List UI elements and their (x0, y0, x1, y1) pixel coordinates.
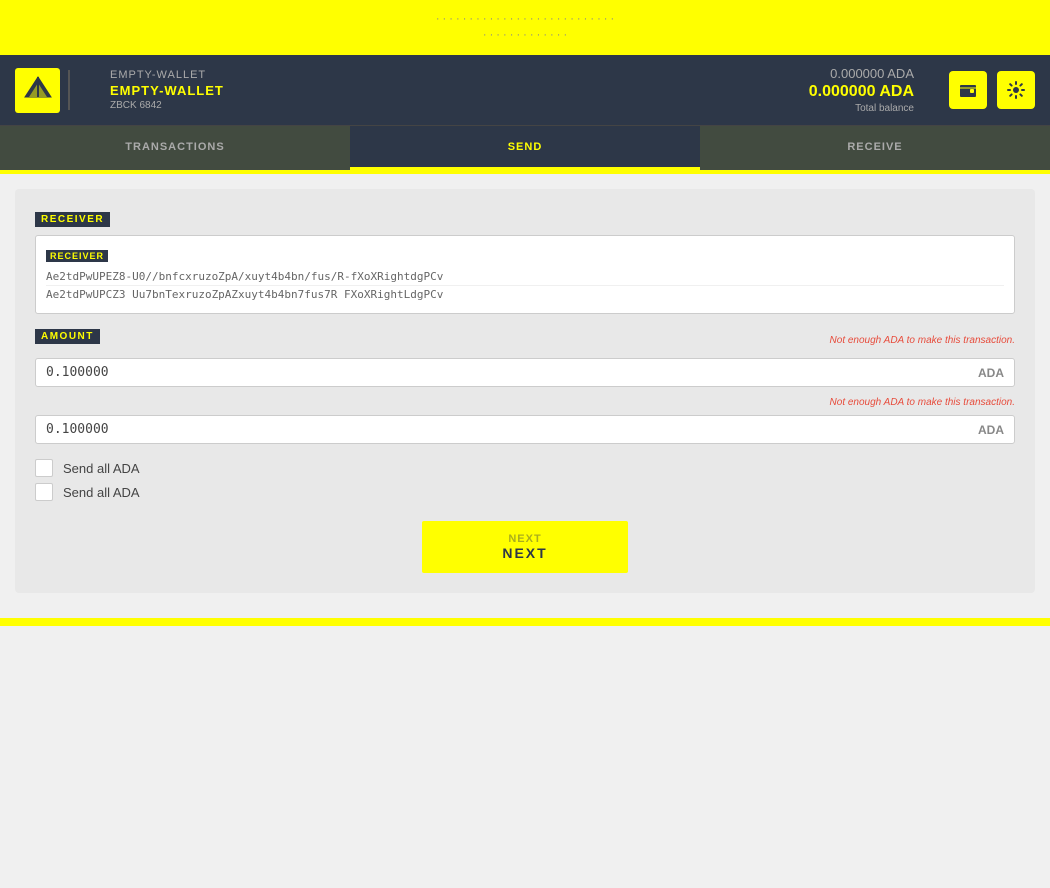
checkbox-rows: Send all ADA Send all ADA (35, 459, 1015, 501)
checkbox-2[interactable] (35, 483, 53, 501)
logo-area (15, 68, 95, 113)
balance-area: 0.000000 ADA 0.000000 ADA Total balance (809, 66, 914, 114)
amount-section-label: AMOUNT (35, 329, 100, 344)
wallet-name-active: EMPTY-WALLET (110, 83, 224, 98)
bottom-bar (0, 618, 1050, 626)
header-icons (949, 71, 1035, 109)
amount-currency-2: ADA (978, 423, 1004, 437)
receiver-box: RECEIVER Ae2tdPwUPEZ8-U0//bnfcxruzoZpA/x… (35, 235, 1015, 314)
wallet-name-empty: EMPTY-WALLET (110, 69, 224, 81)
amount-input-2[interactable] (46, 422, 978, 437)
send-all-ada-row-1[interactable]: Send all ADA (35, 459, 1015, 477)
amount-input-container-2[interactable]: ADA (35, 415, 1015, 444)
nav-bar: TRANSACTIONS SEND RECEIVE (0, 125, 1050, 170)
receiver-address-row-2: Ae2tdPwUPCZ3 Uu7bnTexruzoZpAZxuyt4b4bn7f… (46, 286, 1004, 303)
settings-icon-button[interactable] (997, 71, 1035, 109)
amount-input-1[interactable] (46, 365, 978, 380)
amount-header-row-1: AMOUNT Not enough ADA to make this trans… (35, 329, 1015, 352)
wallet-icon-button[interactable] (949, 71, 987, 109)
send-all-ada-row-2[interactable]: Send all ADA (35, 483, 1015, 501)
balance-top: 0.000000 ADA (830, 66, 914, 81)
amount-header-row-2: Not enough ADA to make this transaction. (35, 395, 1015, 409)
send-all-ada-label-2: Send all ADA (63, 485, 140, 500)
tab-receive[interactable]: RECEIVE (700, 126, 1050, 170)
amount-section: AMOUNT Not enough ADA to make this trans… (35, 329, 1015, 444)
main-content: RECEIVER RECEIVER Ae2tdPwUPEZ8-U0//bnfcx… (0, 174, 1050, 618)
logo-icon (15, 68, 60, 113)
balance-sub: Total balance (855, 103, 914, 114)
receiver-section-label: RECEIVER (35, 212, 110, 227)
next-button-text-top: Next (502, 533, 547, 545)
top-banner-text: · · · · · · · · · · · · · · · · · · · · … (436, 12, 614, 43)
checkbox-1[interactable] (35, 459, 53, 477)
logo-divider (68, 70, 70, 110)
amount-error-2: Not enough ADA to make this transaction. (830, 397, 1015, 408)
tab-transactions[interactable]: TRANSACTIONS (0, 126, 350, 170)
top-banner: · · · · · · · · · · · · · · · · · · · · … (0, 0, 1050, 55)
send-all-ada-label-1: Send all ADA (63, 461, 140, 476)
button-area: Next Next (35, 521, 1015, 573)
next-button-text: Next (502, 545, 547, 561)
receiver-inner-label: RECEIVER (46, 250, 108, 262)
header-bar: EMPTY-WALLET EMPTY-WALLET ZBCK 6842 0.00… (0, 55, 1050, 125)
amount-error-1: Not enough ADA to make this transaction. (830, 335, 1015, 346)
receiver-address-row-1: Ae2tdPwUPEZ8-U0//bnfcxruzoZpA/xuyt4b4bn/… (46, 268, 1004, 286)
wallet-info: EMPTY-WALLET EMPTY-WALLET ZBCK 6842 (110, 69, 224, 111)
send-form-container: RECEIVER RECEIVER Ae2tdPwUPEZ8-U0//bnfcx… (15, 189, 1035, 593)
balance-main: 0.000000 ADA (809, 83, 914, 101)
next-button[interactable]: Next Next (422, 521, 627, 573)
wallet-address: ZBCK 6842 (110, 100, 224, 111)
amount-input-container-1[interactable]: ADA (35, 358, 1015, 387)
amount-currency-1: ADA (978, 366, 1004, 380)
tab-send[interactable]: SEND (350, 126, 700, 170)
